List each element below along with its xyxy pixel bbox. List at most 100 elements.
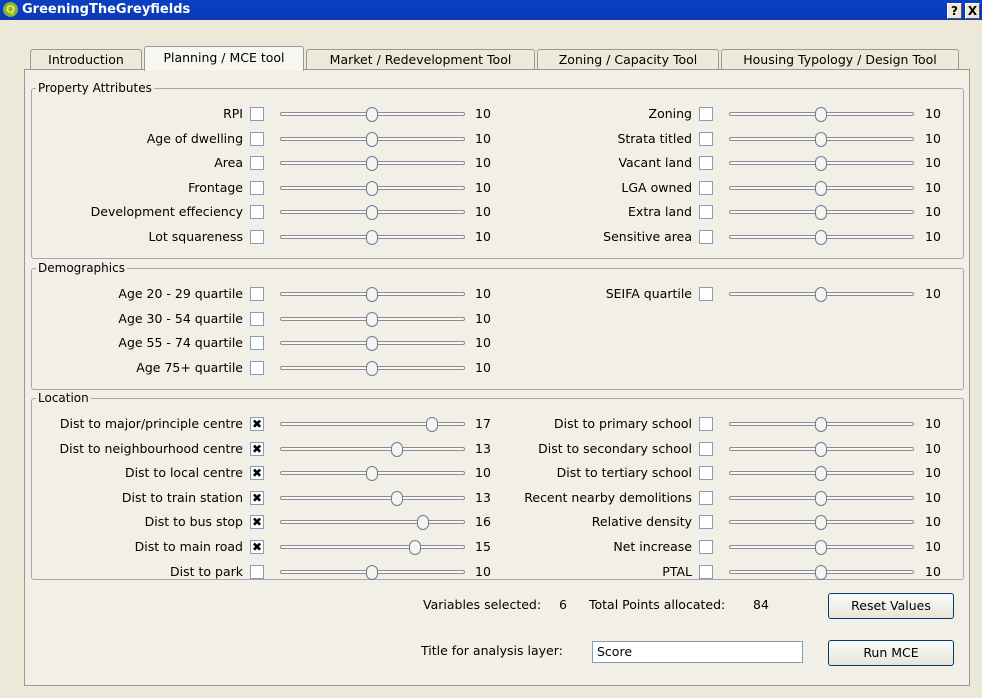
criterion-checkbox[interactable] [699,565,713,579]
weight-value: 10 [925,490,941,505]
weight-slider[interactable] [729,442,914,457]
weight-value: 10 [925,539,941,554]
analysis-title-input[interactable]: Score [592,641,803,663]
close-button[interactable]: X [965,3,980,19]
weight-slider[interactable] [729,230,914,245]
weight-slider[interactable] [729,107,914,122]
criterion-row: Age 30 - 54 quartile 10 [0,309,982,329]
weight-slider[interactable] [729,287,914,302]
weight-slider[interactable] [280,336,465,351]
slider-thumb[interactable] [815,205,827,220]
weight-slider[interactable] [729,181,914,196]
criterion-checkbox[interactable] [699,515,713,529]
criterion-checkbox[interactable] [699,230,713,244]
reset-values-button[interactable]: Reset Values [828,593,954,619]
tab-planning-mce[interactable]: Planning / MCE tool [144,46,304,71]
weight-value: 10 [925,229,941,244]
analysis-title-label: Title for analysis layer: [421,643,563,658]
slider-thumb[interactable] [815,466,827,481]
criterion-label: Age 30 - 54 quartile [118,311,243,326]
criterion-row: Relative density 10 [0,512,982,532]
total-points-label: Total Points allocated: [589,597,726,612]
criterion-checkbox[interactable] [699,132,713,146]
title-bar[interactable]: Q GreeningTheGreyfields ? X [0,0,982,20]
criterion-row: Zoning 10 [0,104,982,124]
criterion-label: Dist to primary school [554,416,692,431]
tab-market-redevelopment[interactable]: Market / Redevelopment Tool [306,49,535,69]
criterion-label: Strata titled [617,131,692,146]
tab-housing-typology[interactable]: Housing Typology / Design Tool [721,49,959,69]
slider-thumb[interactable] [815,540,827,555]
criterion-label: Vacant land [618,155,692,170]
slider-thumb[interactable] [366,361,378,376]
slider-thumb[interactable] [815,287,827,302]
weight-slider[interactable] [729,515,914,530]
criterion-checkbox[interactable] [250,312,264,326]
weight-value: 10 [925,204,941,219]
criterion-row: Strata titled 10 [0,129,982,149]
variables-selected-label: Variables selected: [423,597,542,612]
weight-value: 10 [925,465,941,480]
criterion-row: Extra land 10 [0,202,982,222]
tab-introduction[interactable]: Introduction [30,49,142,69]
slider-thumb[interactable] [366,336,378,351]
criterion-label: Age 75+ quartile [136,360,243,375]
criterion-row: PTAL 10 [0,562,982,582]
slider-thumb[interactable] [815,515,827,530]
criterion-label: Relative density [591,514,692,529]
criterion-label: Zoning [648,106,692,121]
criterion-label: Recent nearby demolitions [524,490,692,505]
criterion-checkbox[interactable] [699,491,713,505]
weight-slider[interactable] [729,417,914,432]
criterion-checkbox[interactable] [250,336,264,350]
weight-slider[interactable] [729,156,914,171]
weight-value: 10 [925,106,941,121]
slider-thumb[interactable] [815,132,827,147]
criterion-checkbox[interactable] [699,417,713,431]
weight-value: 10 [925,286,941,301]
weight-slider[interactable] [280,312,465,327]
criterion-checkbox[interactable] [699,466,713,480]
criterion-checkbox[interactable] [699,442,713,456]
criterion-label: Extra land [628,204,692,219]
criterion-label: Net increase [613,539,692,554]
qgis-logo-icon: Q [3,2,18,17]
criterion-label: SEIFA quartile [605,286,692,301]
weight-value: 10 [925,180,941,195]
weight-slider[interactable] [729,491,914,506]
slider-thumb[interactable] [815,417,827,432]
criterion-label: Dist to tertiary school [556,465,692,480]
criterion-checkbox[interactable] [699,287,713,301]
weight-slider[interactable] [729,205,914,220]
criterion-row: Recent nearby demolitions 10 [0,488,982,508]
slider-thumb[interactable] [366,312,378,327]
weight-slider[interactable] [729,132,914,147]
slider-thumb[interactable] [815,491,827,506]
weight-slider[interactable] [729,540,914,555]
criterion-checkbox[interactable] [699,540,713,554]
slider-thumb[interactable] [815,442,827,457]
slider-thumb[interactable] [815,230,827,245]
slider-thumb[interactable] [815,181,827,196]
slider-thumb[interactable] [815,565,827,580]
run-mce-button[interactable]: Run MCE [828,640,954,666]
group-title: Location [38,391,89,405]
weight-slider[interactable] [729,466,914,481]
criterion-checkbox[interactable] [699,181,713,195]
criterion-label: Age 55 - 74 quartile [118,335,243,350]
slider-thumb[interactable] [815,107,827,122]
weight-value: 10 [925,416,941,431]
criterion-checkbox[interactable] [699,156,713,170]
help-button[interactable]: ? [947,3,962,19]
criterion-checkbox[interactable] [699,205,713,219]
weight-slider[interactable] [729,565,914,580]
criterion-label: Dist to secondary school [538,441,692,456]
weight-slider[interactable] [280,361,465,376]
weight-value: 10 [925,155,941,170]
criterion-label: PTAL [662,564,692,579]
tab-zoning-capacity[interactable]: Zoning / Capacity Tool [537,49,719,69]
slider-thumb[interactable] [815,156,827,171]
weight-value: 10 [925,514,941,529]
criterion-checkbox[interactable] [699,107,713,121]
criterion-checkbox[interactable] [250,361,264,375]
